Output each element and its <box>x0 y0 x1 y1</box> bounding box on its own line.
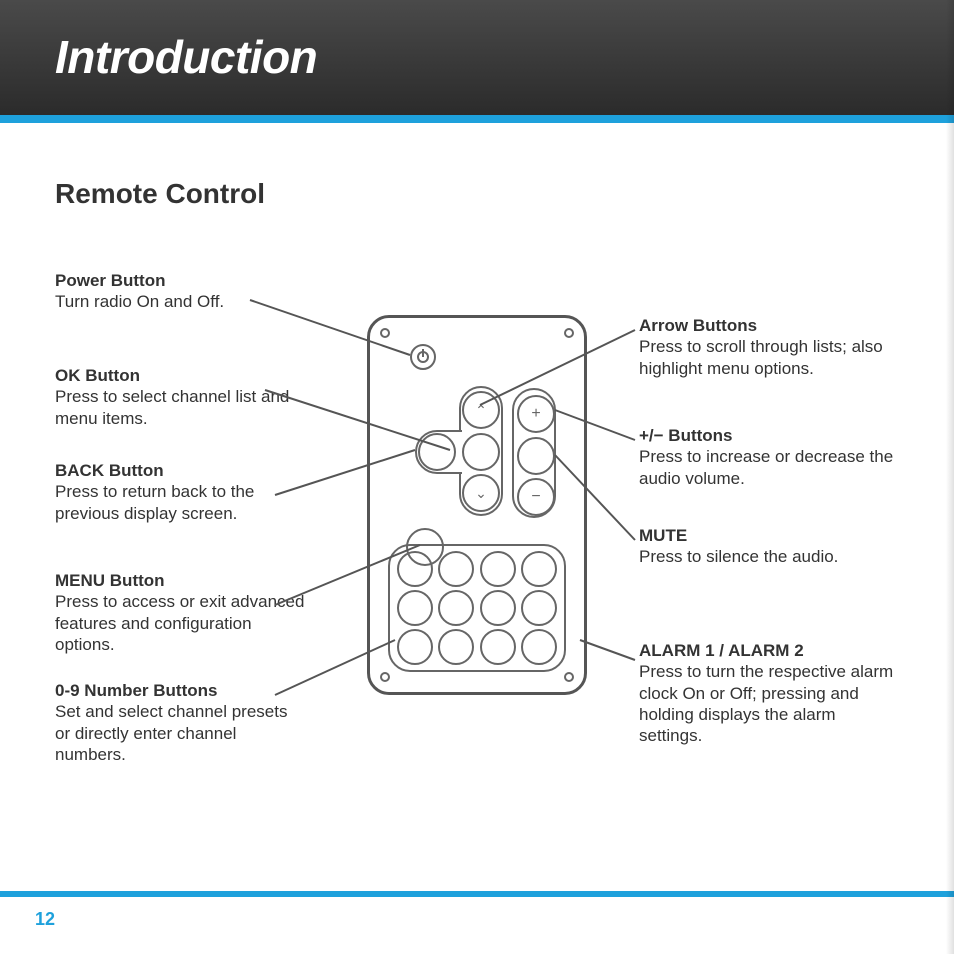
chevron-up-icon: ⌃ <box>475 403 487 417</box>
label-desc: Press to silence the audio. <box>639 546 838 567</box>
number-button-icon <box>397 629 433 665</box>
number-button-icon <box>438 629 474 665</box>
label-menu: MENU Button Press to access or exit adva… <box>55 570 305 655</box>
label-title: 0-9 Number Buttons <box>55 680 305 701</box>
label-desc: Press to access or exit advanced feature… <box>55 591 305 655</box>
minus-button-icon: − <box>517 478 555 516</box>
volume-cluster: + − <box>512 388 556 518</box>
page-header: Introduction <box>0 0 954 115</box>
label-alarm: ALARM 1 / ALARM 2 Press to turn the resp… <box>639 640 899 746</box>
number-button-icon <box>521 629 557 665</box>
label-title: Arrow Buttons <box>639 315 899 336</box>
label-title: OK Button <box>55 365 305 386</box>
label-power: Power Button Turn radio On and Off. <box>55 270 224 313</box>
power-button-icon <box>410 344 436 370</box>
ok-button-icon <box>462 433 500 471</box>
accent-bar <box>0 115 954 123</box>
label-title: Power Button <box>55 270 224 291</box>
label-title: MUTE <box>639 525 838 546</box>
number-button-icon <box>397 590 433 626</box>
screw-icon <box>380 328 390 338</box>
remote-diagram: Power Button Turn radio On and Off. OK B… <box>55 270 899 830</box>
page-title: Introduction <box>55 30 954 84</box>
plus-icon: + <box>531 405 540 423</box>
mute-button-icon <box>517 437 555 475</box>
label-desc: Turn radio On and Off. <box>55 291 224 312</box>
number-button-icon <box>438 551 474 587</box>
number-button-icon <box>480 551 516 587</box>
number-pad <box>388 544 566 672</box>
page-number: 12 <box>0 909 954 930</box>
label-title: MENU Button <box>55 570 305 591</box>
screw-icon <box>380 672 390 682</box>
number-button-icon <box>521 551 557 587</box>
number-button-icon <box>480 590 516 626</box>
minus-icon: − <box>531 488 540 506</box>
screw-icon <box>564 672 574 682</box>
number-button-icon <box>480 629 516 665</box>
arrow-down-button-icon: ⌄ <box>462 474 500 512</box>
page-shadow <box>946 0 954 954</box>
label-mute: MUTE Press to silence the audio. <box>639 525 838 568</box>
label-desc: Press to increase or decrease the audio … <box>639 446 899 489</box>
label-plusminus: +/− Buttons Press to increase or decreas… <box>639 425 899 489</box>
arrow-up-button-icon: ⌃ <box>462 391 500 429</box>
page-footer: 12 <box>0 891 954 930</box>
label-back: BACK Button Press to return back to the … <box>55 460 305 524</box>
plus-button-icon: + <box>517 395 555 433</box>
section-title: Remote Control <box>55 178 899 210</box>
label-desc: Press to scroll through lists; also high… <box>639 336 899 379</box>
label-desc: Set and select channel presets or direct… <box>55 701 305 765</box>
label-title: +/− Buttons <box>639 425 899 446</box>
content-area: Remote Control Power Button Turn radio O… <box>0 123 954 830</box>
label-desc: Press to turn the respective alarm clock… <box>639 661 899 746</box>
footer-accent-bar <box>0 891 954 897</box>
remote-illustration: ⌃ ⌄ + − <box>367 315 587 695</box>
label-desc: Press to select channel list and menu it… <box>55 386 305 429</box>
label-numbers: 0-9 Number Buttons Set and select channe… <box>55 680 305 765</box>
label-desc: Press to return back to the previous dis… <box>55 481 305 524</box>
label-title: ALARM 1 / ALARM 2 <box>639 640 899 661</box>
number-button-icon <box>521 590 557 626</box>
power-icon <box>417 351 429 363</box>
number-button-icon <box>438 590 474 626</box>
number-button-icon <box>397 551 433 587</box>
back-button-icon <box>418 433 456 471</box>
label-arrow: Arrow Buttons Press to scroll through li… <box>639 315 899 379</box>
label-title: BACK Button <box>55 460 305 481</box>
screw-icon <box>564 328 574 338</box>
dpad-cluster: ⌃ ⌄ <box>433 386 523 516</box>
remote-body: ⌃ ⌄ + − <box>367 315 587 695</box>
chevron-down-icon: ⌄ <box>475 486 487 500</box>
label-ok: OK Button Press to select channel list a… <box>55 365 305 429</box>
